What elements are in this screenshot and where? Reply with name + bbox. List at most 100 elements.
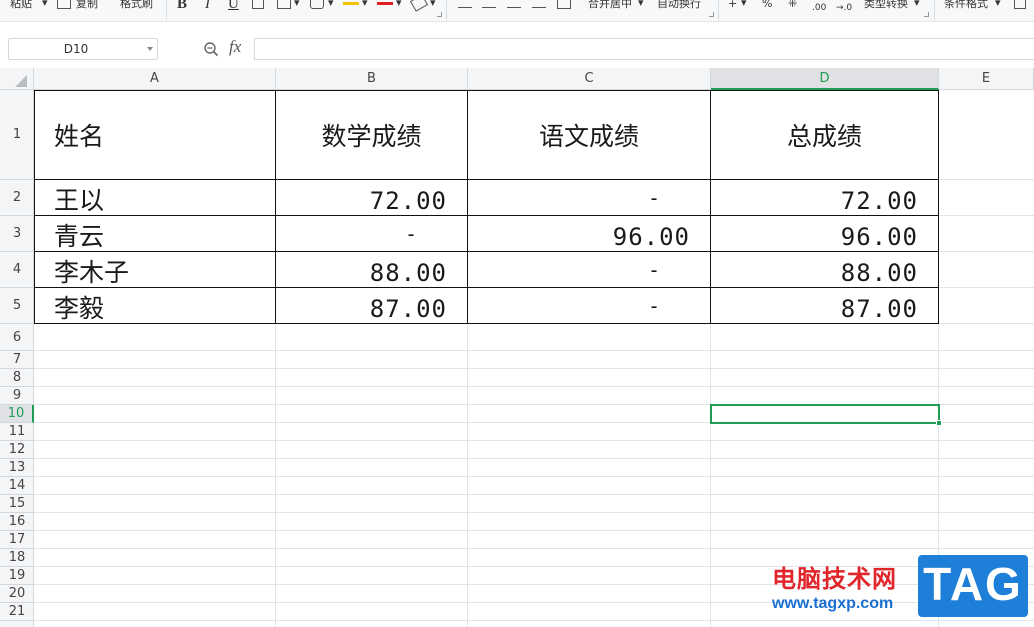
table-cell[interactable]: 王以: [34, 180, 275, 215]
paste-button[interactable]: 粘贴: [10, 0, 32, 12]
column-header-b[interactable]: B: [276, 68, 468, 90]
merge-center-button[interactable]: 合并居中: [588, 0, 632, 12]
underline-button[interactable]: U: [228, 0, 239, 12]
conditional-format-button[interactable]: 条件格式: [944, 0, 988, 12]
distributed-align-icon[interactable]: [557, 0, 571, 9]
name-box-dropdown-icon[interactable]: [147, 47, 153, 51]
column-header-c[interactable]: C: [468, 68, 711, 90]
table-cell[interactable]: -: [276, 216, 467, 251]
row-header-8[interactable]: 8: [0, 369, 34, 387]
row-header-21[interactable]: 21: [0, 603, 34, 621]
select-all-button[interactable]: [0, 68, 34, 90]
header-cell-2[interactable]: 数学成绩: [276, 90, 467, 179]
percent-button[interactable]: %: [762, 0, 772, 12]
row-header-13[interactable]: 13: [0, 459, 34, 477]
column-header-d[interactable]: D: [711, 68, 939, 90]
watermark-site-name: 电脑技术网: [772, 565, 897, 593]
decrease-decimal-button[interactable]: →.0: [836, 0, 852, 16]
row-header-4[interactable]: 4: [0, 252, 34, 288]
table-cell[interactable]: 96.00: [711, 216, 938, 251]
zoom-search-icon[interactable]: [203, 41, 219, 57]
header-cell-1[interactable]: 姓名: [34, 90, 275, 179]
strikethrough-icon[interactable]: [252, 0, 264, 9]
active-cell-selection[interactable]: [710, 404, 940, 424]
row-header-19[interactable]: 19: [0, 567, 34, 585]
column-header-e[interactable]: E: [939, 68, 1034, 90]
format-painter-button[interactable]: 格式刷: [120, 0, 153, 12]
row-header-16[interactable]: 16: [0, 513, 34, 531]
row-header-10[interactable]: 10: [0, 405, 34, 423]
insert-function-icon[interactable]: fx: [229, 37, 241, 57]
table-cell[interactable]: -: [468, 252, 710, 287]
row-header-9[interactable]: 9: [0, 387, 34, 405]
font-group-launcher-icon[interactable]: [437, 12, 442, 17]
row-header-7[interactable]: 7: [0, 351, 34, 369]
font-color-icon[interactable]: [377, 2, 393, 5]
copy-button[interactable]: 复制: [76, 0, 98, 12]
row-header-6[interactable]: 6: [0, 324, 34, 351]
align-left-icon[interactable]: [458, 0, 472, 8]
table-cell[interactable]: 87.00: [276, 288, 467, 323]
table-cell[interactable]: 87.00: [711, 288, 938, 323]
alignment-group-launcher-icon[interactable]: [709, 12, 714, 17]
currency-dropdown-icon[interactable]: ▾: [741, 0, 747, 11]
row-header-1[interactable]: 1: [0, 90, 34, 180]
cell-area[interactable]: 姓名 数学成绩 语文成绩 总成绩 王以 72.00-72.00 青云 -96.00 96.00 李…: [34, 90, 1034, 627]
wrap-text-button[interactable]: 自动换行: [657, 0, 701, 12]
name-box[interactable]: D10: [8, 38, 158, 60]
eraser-icon[interactable]: [409, 0, 429, 12]
merge-dropdown-icon[interactable]: ▾: [638, 0, 644, 11]
table-cell[interactable]: 李木子: [34, 252, 275, 287]
row-header-11[interactable]: 11: [0, 423, 34, 441]
italic-button[interactable]: I: [205, 0, 210, 12]
column-header-a[interactable]: A: [34, 68, 276, 90]
paste-dropdown-icon[interactable]: ▾: [42, 0, 48, 11]
row-header-14[interactable]: 14: [0, 477, 34, 495]
column-headers: ABCDE: [0, 68, 1034, 90]
header-cell-4[interactable]: 总成绩: [711, 90, 938, 179]
row-header-5[interactable]: 5: [0, 288, 34, 324]
borders-icon[interactable]: [277, 0, 291, 9]
fill-dropdown-icon[interactable]: ▾: [328, 0, 334, 11]
header-cell-3[interactable]: 语文成绩: [468, 90, 710, 179]
row-header-12[interactable]: 12: [0, 441, 34, 459]
justify-icon[interactable]: [532, 0, 546, 8]
table-cell[interactable]: 96.00: [468, 216, 710, 251]
font-color-dropdown-icon[interactable]: ▾: [396, 0, 402, 11]
bold-button[interactable]: B: [177, 0, 187, 12]
conditional-format-dropdown-icon[interactable]: ▾: [995, 0, 1001, 11]
increase-decimal-button[interactable]: .00: [812, 0, 826, 16]
align-right-icon[interactable]: [507, 0, 521, 8]
thousands-separator-icon[interactable]: ⁜: [788, 0, 797, 12]
row-header-20[interactable]: 20: [0, 585, 34, 603]
highlight-dropdown-icon[interactable]: ▾: [362, 0, 368, 11]
row-header-18[interactable]: 18: [0, 549, 34, 567]
align-center-icon[interactable]: [482, 0, 496, 8]
type-convert-button[interactable]: 类型转换: [864, 0, 908, 12]
table-cell[interactable]: 72.00: [276, 180, 467, 215]
table-column-border: [467, 90, 468, 324]
table-cell[interactable]: 88.00: [276, 252, 467, 287]
table-cell[interactable]: 青云: [34, 216, 275, 251]
row-gridline: [34, 368, 1034, 369]
table-cell[interactable]: -: [468, 288, 710, 323]
number-group-launcher-icon[interactable]: [924, 12, 929, 17]
row-header-15[interactable]: 15: [0, 495, 34, 513]
type-convert-dropdown-icon[interactable]: ▾: [914, 0, 920, 11]
formula-input[interactable]: [254, 38, 1034, 60]
table-cell[interactable]: 李毅: [34, 288, 275, 323]
currency-format-icon[interactable]: +: [728, 0, 737, 12]
fill-handle[interactable]: [936, 420, 942, 426]
row-header-17[interactable]: 17: [0, 531, 34, 549]
cell-style-icon[interactable]: [1014, 0, 1026, 9]
highlight-color-icon[interactable]: [343, 2, 359, 5]
borders-dropdown-icon[interactable]: ▾: [294, 0, 300, 11]
fill-bucket-icon[interactable]: [310, 0, 324, 9]
row-header-3[interactable]: 3: [0, 216, 34, 252]
row-header-2[interactable]: 2: [0, 180, 34, 216]
table-cell[interactable]: 72.00: [711, 180, 938, 215]
table-cell[interactable]: -: [468, 180, 710, 215]
eraser-dropdown-icon[interactable]: ▾: [430, 0, 436, 11]
table-cell[interactable]: 88.00: [711, 252, 938, 287]
row-gridline: [34, 386, 1034, 387]
